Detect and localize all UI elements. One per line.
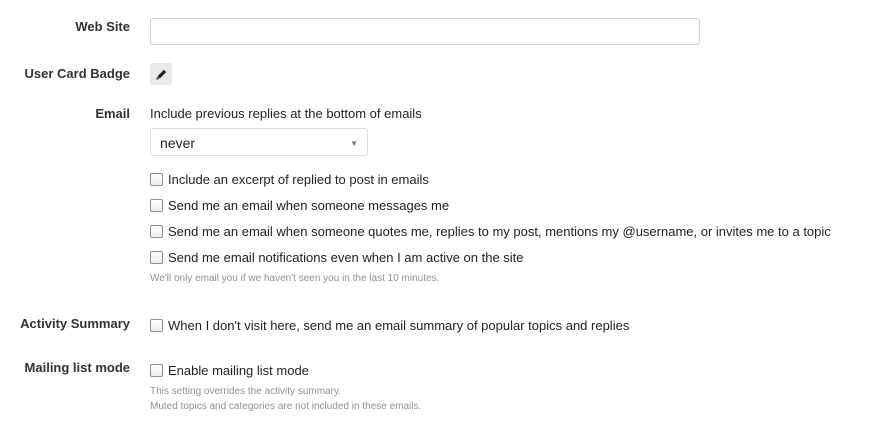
email-label: Email: [95, 106, 130, 121]
quotes-replies-checkbox-row[interactable]: Send me an email when someone quotes me,…: [150, 222, 831, 240]
website-input[interactable]: [150, 18, 700, 45]
mailing-list-checkbox-row[interactable]: Enable mailing list mode: [150, 361, 309, 379]
mailing-list-checkbox-label: Enable mailing list mode: [168, 362, 309, 378]
mailing-list-hint-1: This setting overrides the activity summ…: [150, 386, 341, 397]
activity-summary-checkbox-label: When I don't visit here, send me an emai…: [168, 317, 630, 333]
quotes-replies-checkbox-label: Send me an email when someone quotes me,…: [168, 223, 831, 239]
active-notifications-checkbox-row[interactable]: Send me email notifications even when I …: [150, 248, 524, 266]
activity-summary-checkbox[interactable]: [150, 318, 163, 332]
previous-replies-selected-value: never: [160, 135, 196, 151]
excerpt-checkbox[interactable]: [150, 172, 163, 186]
excerpt-checkbox-row[interactable]: Include an excerpt of replied to post in…: [150, 170, 429, 188]
messages-checkbox-label: Send me an email when someone messages m…: [168, 197, 450, 213]
pencil-icon: [155, 69, 166, 80]
website-label: Web Site: [75, 19, 130, 34]
edit-user-card-badge-button[interactable]: [150, 63, 172, 85]
caret-down-icon: ▼: [350, 139, 358, 148]
messages-checkbox-row[interactable]: Send me an email when someone messages m…: [150, 196, 449, 214]
previous-replies-select[interactable]: never ▼: [150, 128, 368, 156]
email-hint: We'll only email you if we haven't seen …: [150, 273, 440, 284]
mailing-list-checkbox[interactable]: [150, 363, 163, 377]
excerpt-checkbox-label: Include an excerpt of replied to post in…: [168, 171, 429, 187]
messages-checkbox[interactable]: [150, 198, 163, 212]
previous-replies-description: Include previous replies at the bottom o…: [150, 106, 422, 121]
user-card-badge-label: User Card Badge: [24, 66, 130, 81]
activity-summary-checkbox-row[interactable]: When I don't visit here, send me an emai…: [150, 316, 629, 334]
active-notifications-checkbox-label: Send me email notifications even when I …: [168, 249, 524, 265]
active-notifications-checkbox[interactable]: [150, 250, 163, 264]
mailing-list-hint-2: Muted topics and categories are not incl…: [150, 401, 422, 412]
mailing-list-label: Mailing list mode: [24, 360, 130, 375]
activity-summary-label: Activity Summary: [20, 316, 130, 331]
quotes-replies-checkbox[interactable]: [150, 224, 163, 238]
